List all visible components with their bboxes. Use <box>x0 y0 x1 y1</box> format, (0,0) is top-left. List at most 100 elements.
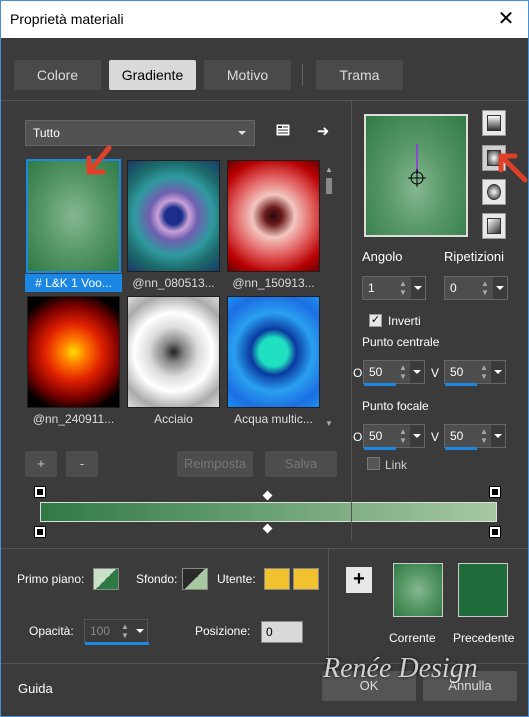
opacity-label: Opacità: <box>29 624 74 638</box>
tab-motivo[interactable]: Motivo <box>204 60 291 90</box>
color-stop-left[interactable] <box>34 526 46 538</box>
current-swatch[interactable] <box>393 563 443 617</box>
gradient-editor <box>34 484 504 540</box>
gradient-thumb <box>127 160 220 272</box>
arrow-right-icon[interactable]: ➜ <box>312 121 334 143</box>
previous-swatch[interactable] <box>458 563 508 617</box>
center-h-value: 50 <box>369 365 383 379</box>
help-button[interactable]: Guida <box>18 681 53 696</box>
center-v-value: 50 <box>450 365 464 379</box>
user-swatch-1[interactable] <box>264 568 290 590</box>
center-h-slider[interactable] <box>364 383 396 386</box>
chevron-down-icon[interactable] <box>133 620 147 642</box>
chevron-down-icon[interactable] <box>491 361 505 383</box>
resource-manager-icon[interactable] <box>272 122 294 144</box>
current-label: Corrente <box>389 631 436 645</box>
opacity-value: 100 <box>90 624 111 638</box>
tab-colore[interactable]: Colore <box>14 60 101 90</box>
chevron-down-icon[interactable] <box>491 425 505 447</box>
foreground-swatch[interactable] <box>93 568 119 590</box>
opacity-slider[interactable] <box>85 642 149 645</box>
gradient-thumb <box>227 296 320 408</box>
red-arrow-icon <box>498 153 528 183</box>
gradient-preview[interactable] <box>364 114 468 237</box>
gallery-scrollbar[interactable]: ▲ ▼ <box>324 166 334 428</box>
focal-v-prefix: V <box>431 430 440 444</box>
focal-v-field[interactable]: 50 ▲ ▼ <box>444 424 506 450</box>
invert-checkbox[interactable]: ✓ <box>369 314 382 327</box>
spin-arrows-icon[interactable]: ▲ ▼ <box>397 427 409 445</box>
link-checkbox[interactable] <box>367 457 380 470</box>
focal-label: Punto focale <box>362 399 429 413</box>
angle-label: Angolo <box>362 249 403 264</box>
gallery-caption: # L&K 1 Voo... <box>25 274 122 292</box>
category-dropdown[interactable]: Tutto <box>25 120 255 146</box>
gallery-caption: Acqua multic... <box>234 412 313 426</box>
add-gradient-button[interactable]: + <box>25 451 57 477</box>
tab-gradiente[interactable]: Gradiente <box>109 60 196 90</box>
repeats-field[interactable]: 0 ▲ ▼ <box>444 276 508 300</box>
focal-v-slider[interactable] <box>445 447 477 450</box>
user-label: Utente: <box>217 572 256 586</box>
materials-dialog: Colore Gradiente Motivo Trama Tutto ➜ # … <box>0 38 529 717</box>
spin-arrows-icon[interactable]: ▲ ▼ <box>478 427 490 445</box>
linear-style-button[interactable] <box>482 110 506 136</box>
opacity-field[interactable]: 100 ▲ ▼ <box>84 619 149 645</box>
window-title: Proprietà materiali <box>10 11 124 27</box>
chevron-down-icon[interactable] <box>493 277 507 299</box>
tab-trama[interactable]: Trama <box>316 60 403 90</box>
gallery-tile[interactable]: @nn_240911... <box>25 294 122 430</box>
spin-arrows-icon[interactable]: ▲ ▼ <box>478 363 490 381</box>
gallery-caption: @nn_240911... <box>32 412 115 426</box>
panel-divider <box>351 100 352 540</box>
focal-v-value: 50 <box>450 429 464 443</box>
focal-h-slider[interactable] <box>364 447 396 450</box>
spin-arrows-icon[interactable]: ▲ ▼ <box>119 622 131 640</box>
gradient-bar[interactable] <box>40 502 497 522</box>
chevron-down-icon[interactable] <box>410 361 424 383</box>
user-swatch-2[interactable] <box>293 568 319 590</box>
save-button[interactable]: Salva <box>265 451 337 477</box>
link-label: Link <box>385 458 408 472</box>
spin-arrows-icon[interactable]: ▲ ▼ <box>479 279 491 297</box>
color-stop-right[interactable] <box>489 526 501 538</box>
plus-icon[interactable]: + <box>346 567 372 593</box>
radial-style-button[interactable] <box>482 213 506 239</box>
chevron-down-icon[interactable] <box>411 277 425 299</box>
gallery-tile[interactable]: Acciaio <box>125 294 222 430</box>
spin-arrows-icon[interactable]: ▲ ▼ <box>397 279 409 297</box>
spin-arrows-icon[interactable]: ▲ ▼ <box>397 363 409 381</box>
scroll-up-icon[interactable]: ▲ <box>325 166 333 174</box>
center-label: Punto centrale <box>362 335 440 349</box>
focal-h-prefix: O <box>353 430 363 444</box>
center-v-field[interactable]: 50 ▲ ▼ <box>444 360 506 386</box>
foreground-label: Primo piano: <box>17 572 85 586</box>
angle-field[interactable]: 1 ▲ ▼ <box>362 276 426 300</box>
center-v-slider[interactable] <box>445 383 477 386</box>
invert-label: Inverti <box>388 314 421 328</box>
opacity-midpoint[interactable] <box>262 490 273 501</box>
focal-h-field[interactable]: 50 ▲ ▼ <box>363 424 425 450</box>
scroll-down-icon[interactable]: ▼ <box>325 420 333 428</box>
gallery-tile[interactable]: @nn_150913... <box>225 158 322 294</box>
center-h-field[interactable]: 50 ▲ ▼ <box>363 360 425 386</box>
red-arrow-icon <box>86 145 112 175</box>
title-bar: Proprietà materiali ✕ <box>0 0 529 38</box>
chevron-down-icon[interactable] <box>410 425 424 447</box>
gallery-tile[interactable]: @nn_080513... <box>125 158 222 294</box>
reset-button[interactable]: Reimposta <box>177 451 253 477</box>
scroll-thumb[interactable] <box>326 178 332 194</box>
position-field[interactable]: 0 <box>261 621 303 643</box>
close-icon[interactable]: ✕ <box>494 7 518 31</box>
gallery-caption: @nn_150913... <box>232 276 315 290</box>
gallery-tile[interactable]: Acqua multic... <box>225 294 322 430</box>
tabs-divider <box>1 100 528 101</box>
gallery-caption: Acciaio <box>154 412 193 426</box>
remove-gradient-button[interactable]: - <box>66 451 98 477</box>
color-midpoint[interactable] <box>262 523 273 534</box>
background-label: Sfondo: <box>136 572 178 586</box>
gradient-gallery: # L&K 1 Voo... @nn_080513... @nn_150913.… <box>25 158 337 428</box>
top-stop-left[interactable] <box>34 486 46 498</box>
top-stop-right[interactable] <box>489 486 501 498</box>
background-swatch[interactable] <box>182 568 208 590</box>
